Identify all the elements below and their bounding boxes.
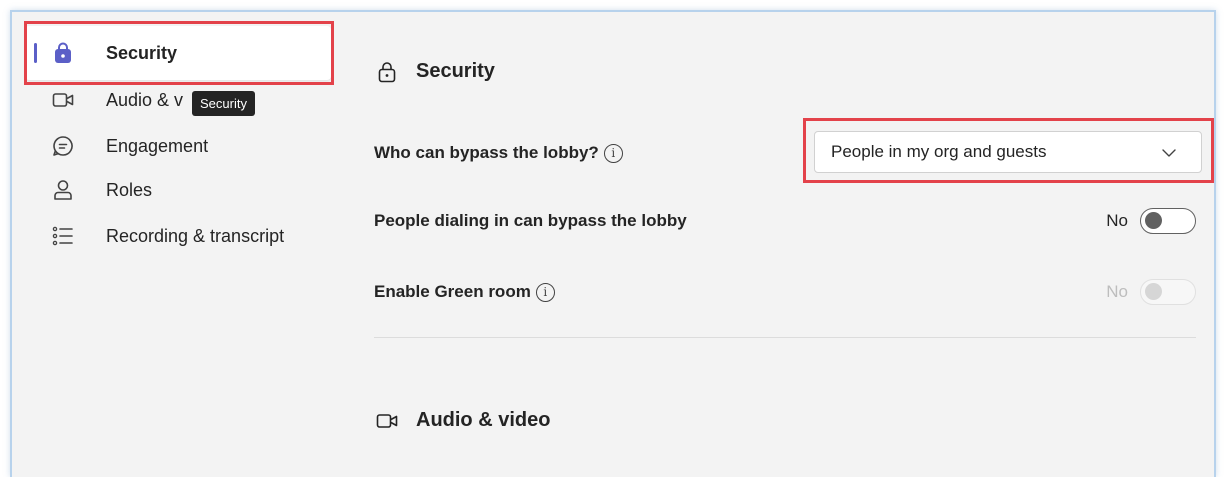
dialin-toggle[interactable] [1140, 208, 1196, 234]
lobby-bypass-dropdown[interactable]: People in my org and guests [814, 131, 1202, 173]
video-camera-icon [52, 89, 74, 111]
setting-row-greenroom: Enable Green room i No [374, 272, 1196, 312]
list-icon [52, 225, 74, 247]
greenroom-label: Enable Green room [374, 282, 531, 301]
sidebar-item-label: Security [106, 42, 178, 63]
lock-bag-icon [52, 42, 74, 64]
greenroom-toggle-group: No [1106, 272, 1196, 312]
active-indicator [34, 43, 37, 63]
section-header-security: Security [376, 60, 495, 83]
lobby-label: Who can bypass the lobby? [374, 143, 599, 162]
sidebar-item-label: Recording & transcript [106, 225, 285, 246]
sidebar-item-label: Audio & v [106, 89, 184, 110]
dialin-label: People dialing in can bypass the lobby [374, 211, 687, 230]
toggle-knob [1145, 283, 1162, 300]
tooltip: Security [192, 91, 255, 116]
toggle-knob [1145, 212, 1162, 229]
chevron-down-icon [1162, 149, 1176, 157]
video-camera-icon [376, 410, 398, 432]
person-icon [52, 179, 74, 201]
section-title: Security [416, 60, 495, 82]
sidebar-item-label: Engagement [106, 135, 209, 156]
meeting-options-window: Security Audio & v Engagement Roles Reco… [10, 10, 1216, 477]
setting-row-dialin: People dialing in can bypass the lobby N… [374, 201, 1196, 241]
chat-bubble-icon [52, 135, 74, 157]
greenroom-toggle [1140, 279, 1196, 305]
lock-icon [376, 61, 398, 83]
info-icon[interactable]: i [535, 282, 555, 302]
section-title: Audio & video [416, 409, 551, 431]
sidebar-item-label: Roles [106, 179, 153, 200]
toggle-state-label: No [1106, 282, 1128, 301]
section-header-audio-video: Audio & video [376, 409, 550, 432]
dialin-toggle-group: No [1106, 201, 1196, 241]
divider [374, 337, 1196, 338]
sidebar-item-security[interactable]: Security [25, 26, 331, 80]
main-content: Security Who can bypass the lobby? i Peo… [362, 12, 1214, 477]
toggle-state-label: No [1106, 211, 1128, 230]
sidebar-nav: Security Audio & v Engagement Roles Reco… [12, 12, 362, 477]
dropdown-value: People in my org and guests [831, 142, 1047, 161]
info-icon[interactable]: i [603, 143, 623, 163]
